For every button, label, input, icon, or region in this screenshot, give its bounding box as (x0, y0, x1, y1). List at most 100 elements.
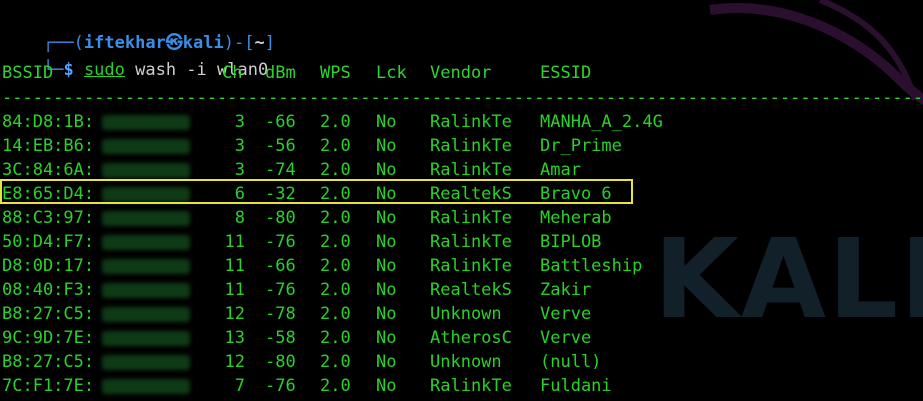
cell-essid: Verve (540, 304, 592, 324)
cell-lck: No (376, 160, 397, 180)
redacted-mac-suffix (102, 163, 190, 178)
table-row: 7C:F1:7E: 7 -76 2.0 No RalinkTe Fuldani (2, 375, 902, 397)
cell-lck: No (376, 208, 397, 228)
redacted-mac-suffix (102, 139, 190, 154)
cell-essid: MANHA_A_2.4G (540, 112, 663, 132)
cell-wps: 2.0 (320, 160, 351, 180)
cell-channel: 11 (224, 256, 245, 276)
cell-vendor: Unknown (430, 304, 502, 324)
cell-channel: 3 (234, 160, 245, 180)
cell-bssid: 3C:84:6A: (2, 160, 95, 180)
cell-wps: 2.0 (320, 352, 351, 372)
cell-lck: No (376, 280, 397, 300)
cell-dbm: -80 (265, 208, 296, 228)
cell-wps: 2.0 (320, 232, 351, 252)
cell-essid: Fuldani (540, 376, 612, 396)
cell-channel: 11 (224, 232, 245, 252)
cell-dbm: -58 (265, 328, 296, 348)
header-dbm: dBm (265, 63, 296, 83)
cell-dbm: -74 (265, 160, 296, 180)
table-header: BSSID Ch dBm WPS Lck Vendor ESSID (2, 62, 902, 84)
cell-channel: 13 (224, 328, 245, 348)
cell-bssid: 9C:9D:7E: (2, 328, 95, 348)
header-vendor: Vendor (430, 63, 492, 83)
header-lck: Lck (376, 63, 407, 83)
cell-essid: Zakir (540, 280, 592, 300)
redacted-mac-suffix (102, 235, 190, 250)
cell-channel: 7 (234, 376, 245, 396)
cell-channel: 8 (234, 208, 245, 228)
cell-bssid: 50:D4:F7: (2, 232, 95, 252)
redacted-mac-suffix (102, 283, 190, 298)
cell-channel: 11 (224, 280, 245, 300)
cell-lck: No (376, 232, 397, 252)
cell-dbm: -80 (265, 352, 296, 372)
cell-lck: No (376, 328, 397, 348)
cell-vendor: RalinkTe (430, 160, 512, 180)
table-row: D8:0D:17: 11 -66 2.0 No RalinkTe Battleship (2, 255, 902, 277)
cell-essid: (null) (540, 352, 602, 372)
cell-vendor: RalinkTe (430, 232, 512, 252)
cell-wps: 2.0 (320, 208, 351, 228)
terminal-window[interactable]: KALI ┌──(iftekhar㉿kali)-[~] └─$ sudo was… (0, 0, 923, 401)
redacted-mac-suffix (102, 259, 190, 274)
cell-channel: 12 (224, 304, 245, 324)
cell-channel: 12 (224, 352, 245, 372)
table-row: 3C:84:6A: 3 -74 2.0 No RalinkTe Amar (2, 159, 902, 181)
table-row: 14:EB:B6: 3 -56 2.0 No RalinkTe Dr_Prime (2, 135, 902, 157)
cell-bssid: 7C:F1:7E: (2, 376, 95, 396)
cell-essid: Amar (540, 160, 581, 180)
header-ch: Ch (222, 63, 243, 83)
redacted-mac-suffix (102, 115, 190, 130)
cell-wps: 2.0 (320, 328, 351, 348)
header-bssid: BSSID (2, 63, 54, 83)
cell-vendor: RalinkTe (430, 376, 512, 396)
table-row: B8:27:C5: 12 -78 2.0 No Unknown Verve (2, 303, 902, 325)
cell-essid: Verve (540, 328, 592, 348)
table-row: 08:40:F3: 11 -76 2.0 No RealtekS Zakir (2, 279, 902, 301)
cell-dbm: -76 (265, 376, 296, 396)
prompt-line: ┌──(iftekhar㉿kali)-[~] (2, 10, 275, 53)
redacted-mac-suffix (102, 331, 190, 346)
cell-vendor: RalinkTe (430, 208, 512, 228)
cell-dbm: -56 (265, 136, 296, 156)
cell-dbm: -76 (265, 280, 296, 300)
cell-essid: Battleship (540, 256, 643, 276)
cell-wps: 2.0 (320, 280, 351, 300)
cell-wps: 2.0 (320, 136, 351, 156)
table-row: 84:D8:1B: 3 -66 2.0 No RalinkTe MANHA_A_2.4G (2, 111, 902, 133)
cell-vendor: RalinkTe (430, 136, 512, 156)
cell-vendor: RalinkTe (430, 256, 512, 276)
cell-dbm: -66 (265, 112, 296, 132)
cell-dbm: -78 (265, 304, 296, 324)
header-wps: WPS (320, 63, 351, 83)
cell-vendor: Unknown (430, 352, 502, 372)
cell-vendor: RalinkTe (430, 112, 512, 132)
cell-essid: Meherab (540, 208, 612, 228)
table-row: 88:C3:97: 8 -80 2.0 No RalinkTe Meherab (2, 207, 902, 229)
header-essid: ESSID (540, 63, 592, 83)
cell-dbm: -76 (265, 232, 296, 252)
cell-essid: Dr_Prime (540, 136, 622, 156)
command-line[interactable]: └─$ sudo wash -i wlan0 (2, 37, 268, 80)
cell-essid: BIPLOB (540, 232, 602, 252)
redacted-mac-suffix (102, 379, 190, 394)
cell-channel: 3 (234, 112, 245, 132)
cell-lck: No (376, 352, 397, 372)
cell-lck: No (376, 136, 397, 156)
table-row: 9C:9D:7E: 13 -58 2.0 No AtherosC Verve (2, 327, 902, 349)
cell-dbm: -66 (265, 256, 296, 276)
cell-bssid: 08:40:F3: (2, 280, 95, 300)
cell-bssid: B8:27:C5: (2, 352, 95, 372)
cell-channel: 3 (234, 136, 245, 156)
cell-bssid: 14:EB:B6: (2, 136, 95, 156)
cell-bssid: B8:27:C5: (2, 304, 95, 324)
cell-wps: 2.0 (320, 304, 351, 324)
cell-bssid: 84:D8:1B: (2, 112, 95, 132)
cell-lck: No (376, 304, 397, 324)
highlight-box (0, 179, 633, 204)
cell-lck: No (376, 112, 397, 132)
cell-wps: 2.0 (320, 112, 351, 132)
cell-bssid: 88:C3:97: (2, 208, 95, 228)
redacted-mac-suffix (102, 211, 190, 226)
